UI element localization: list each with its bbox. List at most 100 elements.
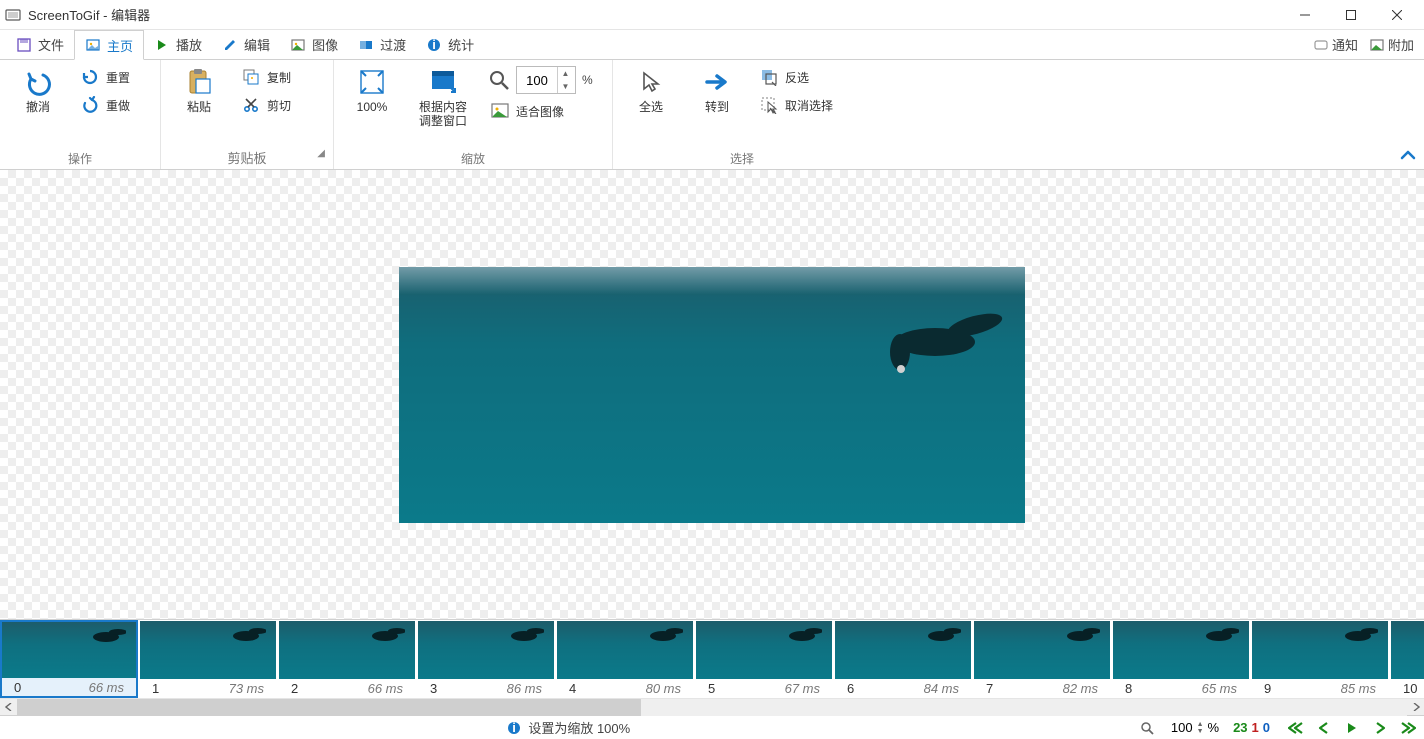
group-zoom: 100% 根据内容 调整窗口 ▲▼ % — [334, 60, 613, 169]
group-select: 全选 转到 反选 取消选择 选择 — [613, 60, 871, 169]
zoom-stepper[interactable]: ▲▼ — [1197, 721, 1204, 735]
frame-count-selected: 1 — [1252, 720, 1259, 735]
frame-item[interactable]: 480 ms — [556, 620, 694, 698]
frame-item[interactable]: 684 ms — [834, 620, 972, 698]
frame-duration: 67 ms — [785, 681, 820, 696]
ribbon-tabs: 文件 主页 播放 编辑 图像 过渡 i 统计 通知 附加 — [0, 30, 1424, 60]
minimize-button[interactable] — [1282, 0, 1328, 30]
frame-duration: 66 ms — [368, 681, 403, 696]
frame-count-other: 0 — [1263, 720, 1270, 735]
spin-up[interactable]: ▲ — [557, 67, 573, 80]
frame-item[interactable]: 173 ms — [139, 620, 277, 698]
magnifier-icon — [488, 69, 510, 91]
status-zoom-value[interactable]: 100 — [1159, 720, 1193, 735]
status-message: 设置为缩放 100% — [528, 718, 630, 737]
notification-icon — [1314, 40, 1328, 50]
label: 反选 — [785, 69, 809, 86]
label: 重置 — [106, 69, 130, 86]
frame-duration: 73 ms — [229, 681, 264, 696]
frame-item[interactable]: 985 ms — [1251, 620, 1389, 698]
tab-edit[interactable]: 编辑 — [212, 30, 280, 59]
frame-index: 7 — [986, 681, 993, 696]
tab-label: 统计 — [448, 35, 474, 54]
save-icon — [16, 37, 32, 53]
select-all-button[interactable]: 全选 — [621, 64, 681, 116]
tab-file[interactable]: 文件 — [6, 30, 74, 59]
last-frame-button[interactable] — [1396, 718, 1420, 738]
reset-icon — [80, 67, 100, 87]
picture-icon — [490, 101, 510, 121]
zoom-100-button[interactable]: 100% — [342, 64, 402, 116]
zoom-value-field[interactable] — [517, 73, 557, 88]
zoom-input[interactable]: ▲▼ — [516, 66, 576, 94]
scroll-right-button[interactable] — [1407, 699, 1424, 716]
deselect-button[interactable]: 取消选择 — [753, 92, 863, 118]
frame-item[interactable]: 567 ms — [695, 620, 833, 698]
tab-image[interactable]: 图像 — [280, 30, 348, 59]
frame-item[interactable]: 266 ms — [278, 620, 416, 698]
goto-button[interactable]: 转到 — [687, 64, 747, 116]
undo-button[interactable]: 撤消 — [8, 64, 68, 116]
frame-item[interactable]: 10 — [1390, 620, 1424, 698]
dialog-launcher-icon[interactable]: ◢ — [317, 148, 325, 159]
spin-down[interactable]: ▼ — [557, 80, 573, 93]
svg-text:i: i — [513, 721, 517, 735]
extras-button[interactable]: 附加 — [1366, 35, 1418, 54]
tab-home[interactable]: 主页 — [74, 30, 144, 60]
maximize-button[interactable] — [1328, 0, 1374, 30]
redo-button[interactable]: 重做 — [74, 92, 152, 118]
tab-label: 过渡 — [380, 35, 406, 54]
paste-button[interactable]: 粘贴 — [169, 64, 229, 116]
frame-index: 10 — [1403, 681, 1417, 696]
picture-icon — [1370, 38, 1384, 52]
copy-button[interactable]: 复制 — [235, 64, 325, 90]
fit-image-button[interactable]: 适合图像 — [484, 98, 604, 124]
inverse-icon — [759, 67, 779, 87]
frame-thumbnail — [1252, 621, 1388, 679]
notifications-button[interactable]: 通知 — [1310, 35, 1362, 54]
label: 取消选择 — [785, 97, 833, 114]
tab-transition[interactable]: 过渡 — [348, 30, 416, 59]
frame-thumbnail — [835, 621, 971, 679]
close-button[interactable] — [1374, 0, 1420, 30]
scroll-track[interactable] — [17, 699, 1407, 716]
frame-item[interactable]: 386 ms — [417, 620, 555, 698]
label: 适合图像 — [516, 103, 564, 120]
frame-duration: 65 ms — [1202, 681, 1237, 696]
image-icon — [85, 37, 101, 53]
label: 剪切 — [267, 97, 291, 114]
inverse-select-button[interactable]: 反选 — [753, 64, 863, 90]
group-clipboard: 粘贴 复制 剪切 剪贴板◢ — [161, 60, 334, 169]
redo-icon — [80, 95, 100, 115]
info-icon: i — [426, 37, 442, 53]
copy-icon — [241, 67, 261, 87]
tab-play[interactable]: 播放 — [144, 30, 212, 59]
play-button[interactable] — [1340, 718, 1364, 738]
collapse-ribbon-button[interactable] — [1398, 145, 1418, 165]
reset-button[interactable]: 重置 — [74, 64, 152, 90]
prev-frame-button[interactable] — [1312, 718, 1336, 738]
frame-item[interactable]: 066 ms — [0, 620, 138, 698]
horizontal-scrollbar[interactable] — [0, 698, 1424, 715]
canvas[interactable] — [0, 170, 1424, 619]
frames-strip[interactable]: 066 ms173 ms266 ms386 ms480 ms567 ms684 … — [0, 620, 1424, 698]
fit-window-button[interactable]: 根据内容 调整窗口 — [408, 64, 478, 131]
tab-stats[interactable]: i 统计 — [416, 30, 484, 59]
label: 复制 — [267, 69, 291, 86]
frame-index: 9 — [1264, 681, 1271, 696]
cut-button[interactable]: 剪切 — [235, 92, 325, 118]
first-frame-button[interactable] — [1284, 718, 1308, 738]
frame-index: 4 — [569, 681, 576, 696]
label: 100% — [357, 100, 388, 114]
tab-label: 文件 — [38, 35, 64, 54]
frame-item[interactable]: 8 65 ms — [1112, 620, 1250, 698]
label: 撤消 — [26, 100, 50, 114]
next-frame-button[interactable] — [1368, 718, 1392, 738]
label: 通知 — [1332, 35, 1358, 54]
scroll-left-button[interactable] — [0, 699, 17, 716]
group-label: 剪贴板◢ — [169, 146, 325, 167]
scroll-thumb[interactable] — [17, 699, 641, 716]
frame-item[interactable]: 782 ms — [973, 620, 1111, 698]
frame-index: 8 — [1125, 681, 1132, 696]
group-label: 操作 — [8, 148, 152, 167]
